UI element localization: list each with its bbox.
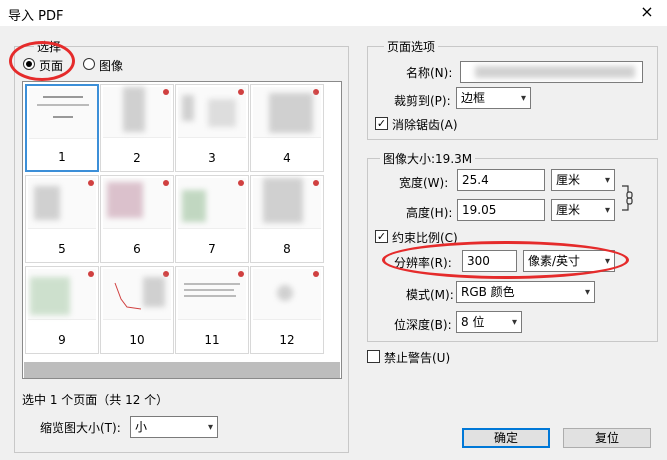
height-input[interactable]: 19.05 — [457, 199, 545, 221]
thumbnail-page-5[interactable]: 5 — [25, 175, 99, 263]
mode-value: RGB 颜色 — [461, 285, 515, 299]
chevron-down-icon: ▾ — [520, 93, 526, 104]
page-preview — [29, 88, 97, 139]
pdf-page-icon — [238, 180, 244, 186]
thumbnail-number: 9 — [58, 333, 66, 347]
anti-alias-checkbox[interactable]: ✓ — [375, 117, 388, 130]
pdf-page-icon — [313, 180, 319, 186]
pdf-page-icon — [163, 180, 169, 186]
crop-label: 裁剪到(P): — [394, 94, 451, 108]
reset-button[interactable]: 复位 — [563, 428, 651, 448]
chevron-down-icon: ▾ — [604, 175, 610, 186]
window-title: 导入 PDF — [8, 9, 64, 24]
name-label: 名称(N): — [406, 66, 453, 80]
chart-preview-icon — [114, 282, 142, 310]
ok-button[interactable]: 确定 — [462, 428, 550, 448]
page-preview — [178, 87, 246, 138]
radio-images[interactable] — [83, 58, 95, 70]
highlight-ring-pages — [9, 41, 75, 81]
radio-images-label[interactable]: 图像 — [99, 57, 123, 74]
page-preview — [28, 178, 96, 229]
width-unit-select[interactable]: 厘米 ▾ — [551, 169, 615, 191]
page-preview — [103, 178, 171, 229]
thumbnail-page-4[interactable]: 4 — [250, 84, 324, 172]
page-preview — [178, 269, 246, 320]
suppress-warnings-checkbox[interactable] — [367, 350, 380, 363]
page-preview — [28, 269, 96, 320]
height-unit-value: 厘米 — [556, 203, 581, 217]
page-options-legend: 页面选项 — [384, 38, 439, 55]
page-preview — [253, 178, 321, 229]
pdf-page-icon — [313, 89, 319, 95]
anti-alias-label[interactable]: 消除锯齿(A) — [392, 116, 458, 133]
thumbnail-number: 2 — [133, 151, 141, 165]
selection-status: 选中 1 个页面（共 12 个） — [22, 393, 169, 407]
thumbnail-number: 3 — [208, 151, 216, 165]
pdf-page-icon — [88, 180, 94, 186]
page-preview — [178, 178, 246, 229]
page-preview — [103, 269, 171, 320]
chain-link-icon — [622, 185, 633, 211]
thumbnail-number: 4 — [283, 151, 291, 165]
height-label: 高度(H): — [406, 206, 453, 220]
thumbnail-page-12[interactable]: 12 — [250, 266, 324, 354]
depth-select[interactable]: 8 位 ▾ — [456, 311, 522, 333]
thumbnail-page-10[interactable]: 10 — [100, 266, 174, 354]
thumbnail-number: 5 — [58, 242, 66, 256]
pdf-page-icon — [163, 89, 169, 95]
thumbnail-grid[interactable]: 1 2 3 4 5 6 7 8 9 10 11 12 — [22, 81, 342, 379]
name-input[interactable] — [460, 61, 643, 83]
mode-select[interactable]: RGB 颜色 ▾ — [456, 281, 595, 303]
pdf-page-icon — [313, 271, 319, 277]
chevron-down-icon: ▾ — [584, 287, 590, 298]
page-preview — [103, 87, 171, 138]
height-unit-select[interactable]: 厘米 ▾ — [551, 199, 615, 221]
thumbnail-page-11[interactable]: 11 — [175, 266, 249, 354]
thumbnail-number: 12 — [279, 333, 295, 347]
thumbnail-number: 6 — [133, 242, 141, 256]
pdf-page-icon — [88, 271, 94, 277]
pdf-page-icon — [238, 271, 244, 277]
highlight-ring-resolution — [382, 241, 629, 279]
thumbnail-page-3[interactable]: 3 — [175, 84, 249, 172]
width-input[interactable]: 25.4 — [457, 169, 545, 191]
chevron-down-icon: ▾ — [511, 317, 517, 328]
thumb-size-select[interactable]: 小 ▾ — [130, 416, 218, 438]
thumb-size-value: 小 — [135, 420, 148, 434]
title-bar — [0, 0, 667, 26]
crop-value: 边框 — [461, 91, 486, 105]
close-icon[interactable]: × — [632, 1, 662, 25]
pdf-page-icon — [238, 89, 244, 95]
chevron-down-icon: ▾ — [604, 205, 610, 216]
thumbnail-page-6[interactable]: 6 — [100, 175, 174, 263]
crop-select[interactable]: 边框 ▾ — [456, 87, 531, 109]
thumbnail-number: 10 — [129, 333, 145, 347]
thumbnail-number: 1 — [58, 150, 66, 164]
thumbnail-page-8[interactable]: 8 — [250, 175, 324, 263]
page-preview — [253, 269, 321, 320]
constrain-checkbox[interactable]: ✓ — [375, 230, 388, 243]
width-label: 宽度(W): — [399, 176, 449, 190]
image-size-legend: 图像大小:19.3M — [380, 150, 476, 167]
thumb-size-label: 缩览图大小(T): — [40, 421, 121, 435]
page-preview — [253, 87, 321, 138]
width-unit-value: 厘米 — [556, 173, 581, 187]
thumbnail-number: 11 — [204, 333, 220, 347]
thumbnail-page-9[interactable]: 9 — [25, 266, 99, 354]
thumbnail-page-1[interactable]: 1 — [25, 84, 99, 172]
thumbnail-page-2[interactable]: 2 — [100, 84, 174, 172]
thumbnail-number: 8 — [283, 242, 291, 256]
depth-value: 8 位 — [461, 315, 485, 329]
mode-label: 模式(M): — [406, 288, 454, 302]
suppress-warnings-label[interactable]: 禁止警告(U) — [384, 349, 450, 366]
thumbnail-scroll-track[interactable] — [24, 362, 340, 378]
depth-label: 位深度(B): — [394, 318, 452, 332]
thumbnail-page-7[interactable]: 7 — [175, 175, 249, 263]
chevron-down-icon: ▾ — [207, 422, 213, 433]
thumbnail-number: 7 — [208, 242, 216, 256]
